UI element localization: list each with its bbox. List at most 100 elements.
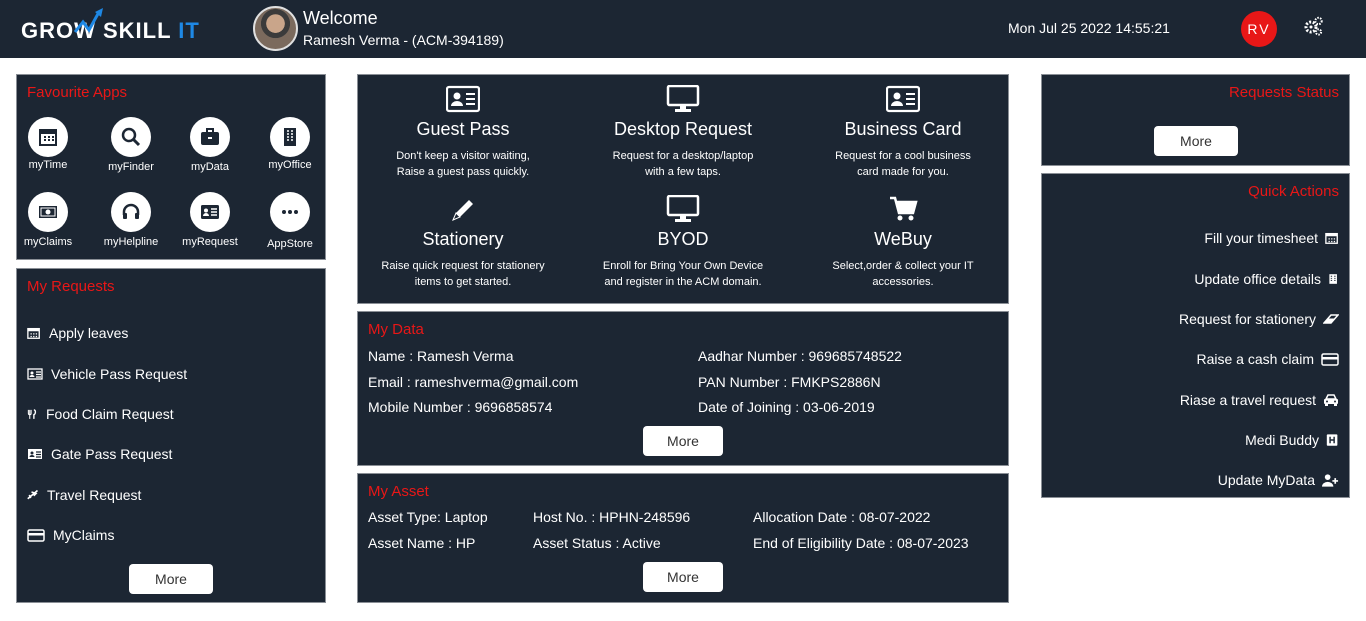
asset-status: Asset Status : Active bbox=[533, 535, 661, 551]
asset-type: Asset Type: Laptop bbox=[368, 509, 488, 525]
request-travel[interactable]: Travel Request bbox=[27, 487, 141, 503]
service-title: Business Card bbox=[844, 119, 962, 139]
user-initials-avatar[interactable]: RV bbox=[1241, 11, 1277, 47]
service-desc: Request for a desktop/laptop with a few t… bbox=[612, 150, 754, 178]
my-data-panel: My Data Name : Ramesh Verma Email : rame… bbox=[357, 311, 1009, 466]
credit-card-icon bbox=[1321, 353, 1339, 366]
user-name-id: Ramesh Verma - (ACM-394189) bbox=[303, 32, 504, 48]
app-mydata[interactable]: myData bbox=[180, 117, 240, 173]
id-card-icon bbox=[446, 85, 480, 113]
quick-action-label: Update MyData bbox=[1217, 472, 1315, 488]
service-desc: Select,order & collect your IT accessorie… bbox=[832, 260, 974, 288]
request-food-claim[interactable]: Food Claim Request bbox=[27, 406, 174, 422]
quick-action-timesheet[interactable]: Fill your timesheet bbox=[1204, 230, 1339, 246]
app-label: myRequest bbox=[182, 236, 238, 248]
avatar[interactable] bbox=[253, 6, 298, 51]
pencil-icon bbox=[452, 200, 473, 221]
plane-icon bbox=[27, 489, 39, 500]
building-icon bbox=[284, 128, 296, 146]
app-myrequest[interactable]: myRequest bbox=[180, 192, 240, 248]
my-asset-title: My Asset bbox=[368, 483, 429, 500]
service-title: Stationery bbox=[422, 229, 504, 249]
service-stationery[interactable]: Stationery Raise quick request for stati… bbox=[353, 195, 573, 290]
asset-allocation-date: Allocation Date : 08-07-2022 bbox=[753, 509, 931, 525]
logo[interactable]: GROW SKILL IT bbox=[21, 8, 200, 44]
credit-card-icon bbox=[27, 529, 45, 542]
datetime: Mon Jul 25 2022 14:55:21 bbox=[1008, 20, 1170, 36]
quick-action-label: Raise a cash claim bbox=[1196, 351, 1315, 367]
user-plus-icon bbox=[1322, 474, 1339, 487]
service-title: WeBuy bbox=[874, 229, 932, 249]
app-label: myData bbox=[191, 161, 229, 173]
data-mobile: Mobile Number : 9696858574 bbox=[368, 399, 553, 415]
quick-action-stationery[interactable]: Request for stationery bbox=[1179, 311, 1339, 327]
logo-arrow-icon bbox=[73, 8, 103, 33]
my-data-title: My Data bbox=[368, 321, 424, 338]
request-label: MyClaims bbox=[53, 527, 115, 543]
quick-action-update-mydata[interactable]: Update MyData bbox=[1218, 472, 1339, 488]
service-title: BYOD bbox=[657, 229, 709, 249]
service-business-card[interactable]: Business Card Request for a cool busines… bbox=[793, 85, 1013, 180]
building-icon bbox=[1329, 274, 1337, 284]
requests-status-more-button[interactable]: More bbox=[1154, 126, 1238, 156]
quick-action-label: Medi Buddy bbox=[1245, 432, 1319, 448]
hospital-icon bbox=[1326, 434, 1338, 446]
data-email: Email : rameshverma@gmail.com bbox=[368, 374, 579, 390]
service-byod[interactable]: BYOD Enroll for Bring Your Own Device and… bbox=[573, 195, 793, 290]
welcome-text: Welcome bbox=[303, 8, 378, 28]
app-myfinder[interactable]: myFinder bbox=[101, 117, 161, 173]
service-desc: Raise quick request for stationery items … bbox=[381, 260, 545, 288]
quick-action-cash-claim[interactable]: Raise a cash claim bbox=[1197, 351, 1340, 367]
quick-action-office-details[interactable]: Update office details bbox=[1194, 271, 1339, 287]
service-title: Desktop Request bbox=[613, 119, 753, 139]
id-card-icon bbox=[27, 368, 43, 380]
app-mytime[interactable]: myTime bbox=[18, 117, 78, 171]
quick-action-label: Fill your timesheet bbox=[1204, 230, 1318, 246]
calendar-icon bbox=[27, 327, 40, 339]
app-myoffice[interactable]: myOffice bbox=[260, 117, 320, 171]
desktop-icon bbox=[666, 195, 700, 222]
request-vehicle-pass[interactable]: Vehicle Pass Request bbox=[27, 366, 187, 382]
app-myhelpline[interactable]: myHelpline bbox=[101, 192, 161, 248]
data-aadhar: Aadhar Number : 969685748522 bbox=[698, 348, 902, 364]
quick-action-travel-request[interactable]: Riase a travel request bbox=[1180, 392, 1339, 408]
request-myclaims[interactable]: MyClaims bbox=[27, 527, 114, 543]
favourite-apps-panel: Favourite Apps myTime myFinder myData my… bbox=[16, 74, 326, 260]
service-desktop-request[interactable]: Desktop Request Request for a desktop/la… bbox=[573, 85, 793, 180]
app-label: myFinder bbox=[108, 161, 154, 173]
my-requests-panel: My Requests Apply leaves Vehicle Pass Re… bbox=[16, 268, 326, 603]
service-guest-pass[interactable]: Guest Pass Don't keep a visitor waiting,… bbox=[353, 85, 573, 180]
request-gate-pass[interactable]: Gate Pass Request bbox=[27, 446, 172, 462]
request-apply-leaves[interactable]: Apply leaves bbox=[27, 325, 128, 341]
service-title: Guest Pass bbox=[416, 119, 510, 139]
quick-action-label: Riase a travel request bbox=[1179, 392, 1316, 408]
my-asset-more-button[interactable]: More bbox=[643, 562, 723, 592]
my-requests-more-button[interactable]: More bbox=[129, 564, 213, 594]
quick-action-medi-buddy[interactable]: Medi Buddy bbox=[1245, 432, 1339, 448]
favourite-apps-title: Favourite Apps bbox=[27, 84, 128, 101]
utensils-icon bbox=[27, 409, 37, 419]
my-data-more-button[interactable]: More bbox=[643, 426, 723, 456]
headset-icon bbox=[122, 203, 140, 219]
app-label: myHelpline bbox=[103, 236, 159, 248]
data-name: Name : Ramesh Verma bbox=[368, 348, 514, 364]
quick-actions-panel: Quick Actions Fill your timesheet Update… bbox=[1041, 173, 1350, 498]
logo-accent: IT bbox=[178, 18, 200, 43]
app-myclaims[interactable]: myClaims bbox=[18, 192, 78, 248]
desktop-icon bbox=[666, 85, 700, 112]
service-webuy[interactable]: WeBuy Select,order & collect your IT acce… bbox=[793, 195, 1013, 290]
requests-status-panel: Requests Status More bbox=[1041, 74, 1350, 166]
service-desc: Request for a cool business card made for… bbox=[835, 150, 971, 178]
app-label: AppStore bbox=[267, 238, 313, 250]
request-label: Food Claim Request bbox=[46, 406, 174, 422]
asset-name: Asset Name : HP bbox=[368, 535, 476, 551]
money-icon bbox=[39, 206, 57, 218]
top-bar: GROW SKILL IT Welcome Ramesh Verma - (AC… bbox=[0, 0, 1366, 58]
quick-action-label: Request for stationery bbox=[1179, 311, 1316, 327]
briefcase-icon bbox=[201, 128, 219, 145]
gears-icon[interactable] bbox=[1304, 16, 1324, 36]
id-card-icon bbox=[886, 85, 920, 113]
quick-action-label: Update office details bbox=[1194, 271, 1321, 287]
quick-actions-title: Quick Actions bbox=[1248, 183, 1339, 200]
app-appstore[interactable]: AppStore bbox=[260, 192, 320, 250]
